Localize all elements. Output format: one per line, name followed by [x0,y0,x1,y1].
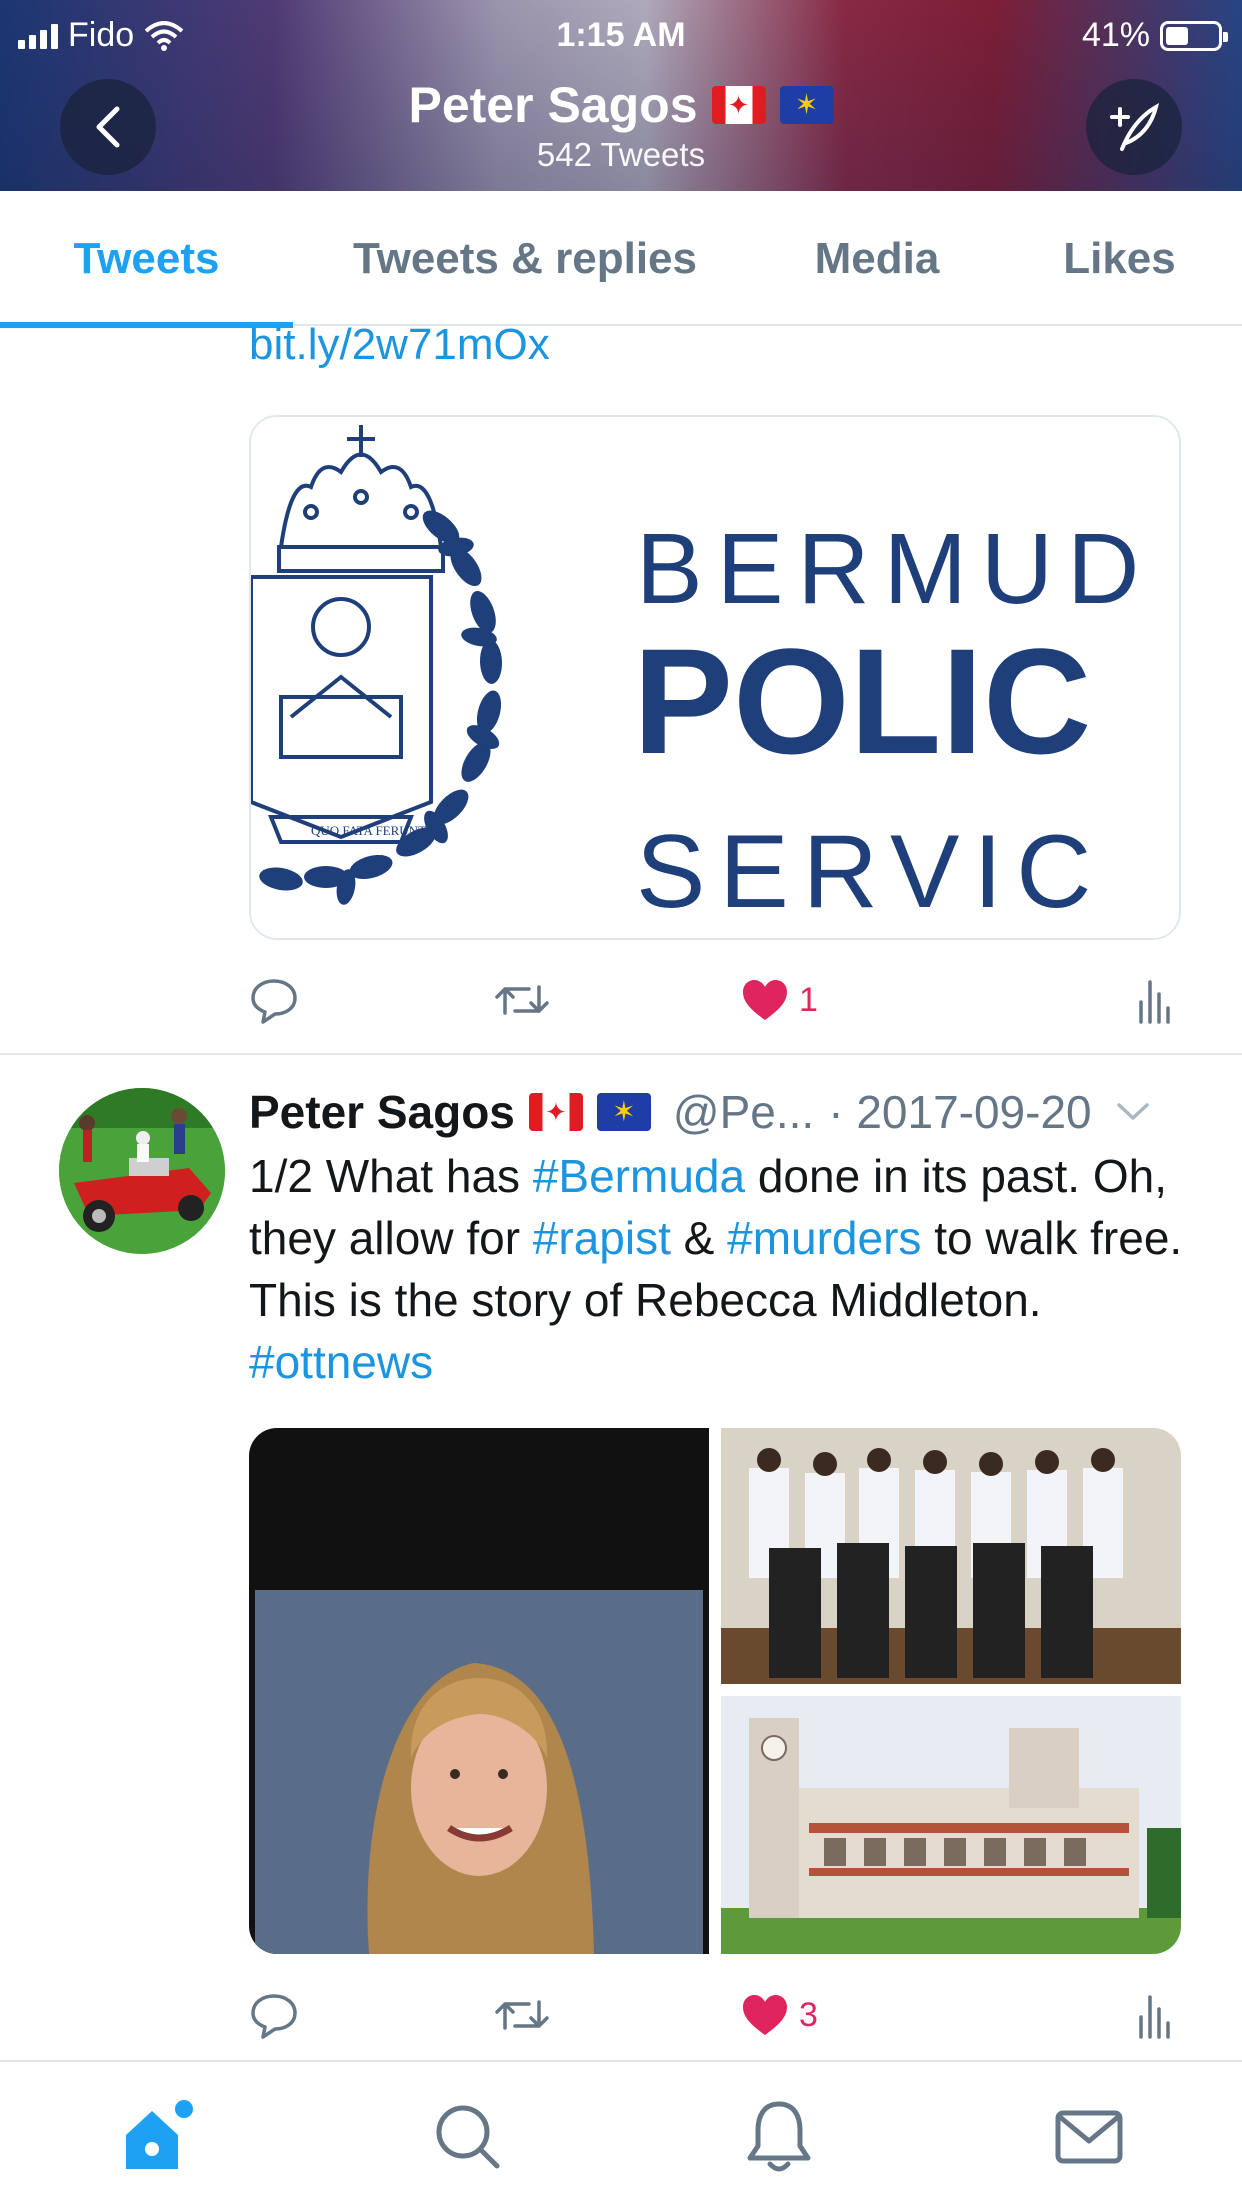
search-icon [436,2105,500,2169]
analytics-button[interactable] [1137,1980,1171,2050]
home-tab[interactable] [111,2092,201,2182]
tweet-media-grid [249,1428,1181,1954]
hashtag-bermuda[interactable]: #Bermuda [533,1150,745,1202]
tweet1-actions: 1 [249,965,1181,1035]
notifications-tab[interactable] [734,2092,824,2182]
retweet-button[interactable] [493,1980,551,2050]
tweet-link[interactable]: bit.ly/2w71mOx [249,320,550,370]
canada-flag-icon [528,1093,583,1131]
heart-icon [743,1995,787,2035]
hashtag-rapist[interactable]: #rapist [533,1212,671,1264]
tab-likes[interactable]: Likes [997,191,1242,326]
tweet-count: 542 Tweets [536,136,706,173]
compose-icon [1110,102,1160,151]
compose-button[interactable] [1086,79,1182,175]
avatar[interactable] [59,1088,225,1254]
bottom-tab-bar [0,2060,1242,2208]
messages-icon [1055,2110,1123,2164]
card-line-1: BERMUD [636,513,1153,625]
like-button[interactable]: 1 [741,965,818,1035]
reply-button[interactable] [249,1980,299,2050]
card-line-2: POLIC [633,617,1091,785]
like-count: 1 [799,980,818,1019]
battery-icon [1160,20,1228,51]
reply-button[interactable] [249,965,299,1035]
tweet-date: · 2017-09-20 [828,1086,1092,1138]
battery-percent: 41% [1081,16,1150,54]
tweet-text-segment: 1/2 What has [249,1150,533,1202]
status-time: 1:15 AM [556,16,686,54]
profile-tabs: Tweets Tweets & replies Media Likes [0,191,1242,328]
notifications-icon [747,2101,811,2172]
analytics-button[interactable] [1137,965,1171,1035]
hashtag-murders[interactable]: #murders [727,1212,921,1264]
reply-icon [251,979,297,1024]
tweet2-actions: 3 [249,1980,1181,2050]
profile-title: Peter Sagos 542 Tweets [0,76,1242,174]
hashtag-ottnews[interactable]: #ottnews [249,1336,433,1388]
retweet-button[interactable] [493,965,551,1035]
eu-flag-icon [779,86,834,124]
bermuda-police-logo: QUO FATA FERUNT BERMUD POLIC SERVIC [251,417,1179,938]
like-button[interactable]: 3 [741,1980,818,2050]
tab-tweets[interactable]: Tweets [0,191,293,328]
status-bar: Fido 1:15 AM 41% [0,10,1242,54]
home-icon [126,2100,193,2169]
tweet-divider [0,1053,1242,1055]
search-tab[interactable] [423,2092,513,2182]
tweet-handle[interactable]: @Pe... [673,1085,814,1139]
tweet-author-name[interactable]: Peter Sagos [249,1085,515,1139]
tab-media[interactable]: Media [757,191,997,326]
tweet-header: Peter Sagos @Pe... · 2017-09-20 [249,1085,1199,1139]
media-photos[interactable] [249,1428,1181,1954]
messages-tab[interactable] [1044,2092,1134,2182]
retweet-icon [495,2000,549,2030]
eu-flag-icon [596,1093,651,1131]
tab-tweets-replies[interactable]: Tweets & replies [293,191,757,326]
profile-name: Peter Sagos [408,77,698,133]
retweet-icon [495,985,549,1015]
tweet-text-segment: & [670,1212,728,1264]
like-count: 3 [799,1995,818,2034]
card-line-3: SERVIC [636,814,1105,930]
analytics-icon [1139,980,1170,1024]
bermuda-police-card[interactable]: QUO FATA FERUNT BERMUD POLIC SERVIC [249,415,1181,940]
chevron-down-icon[interactable] [1116,1101,1150,1123]
reply-icon [251,1994,297,2039]
profile-header: Fido 1:15 AM 41% Peter Sagos 542 Tweets [0,0,1242,191]
tweet-text: 1/2 What has #Bermuda done in its past. … [249,1145,1189,1393]
heart-icon [743,980,787,1020]
analytics-icon [1139,1995,1170,2039]
canada-flag-icon [711,86,766,124]
